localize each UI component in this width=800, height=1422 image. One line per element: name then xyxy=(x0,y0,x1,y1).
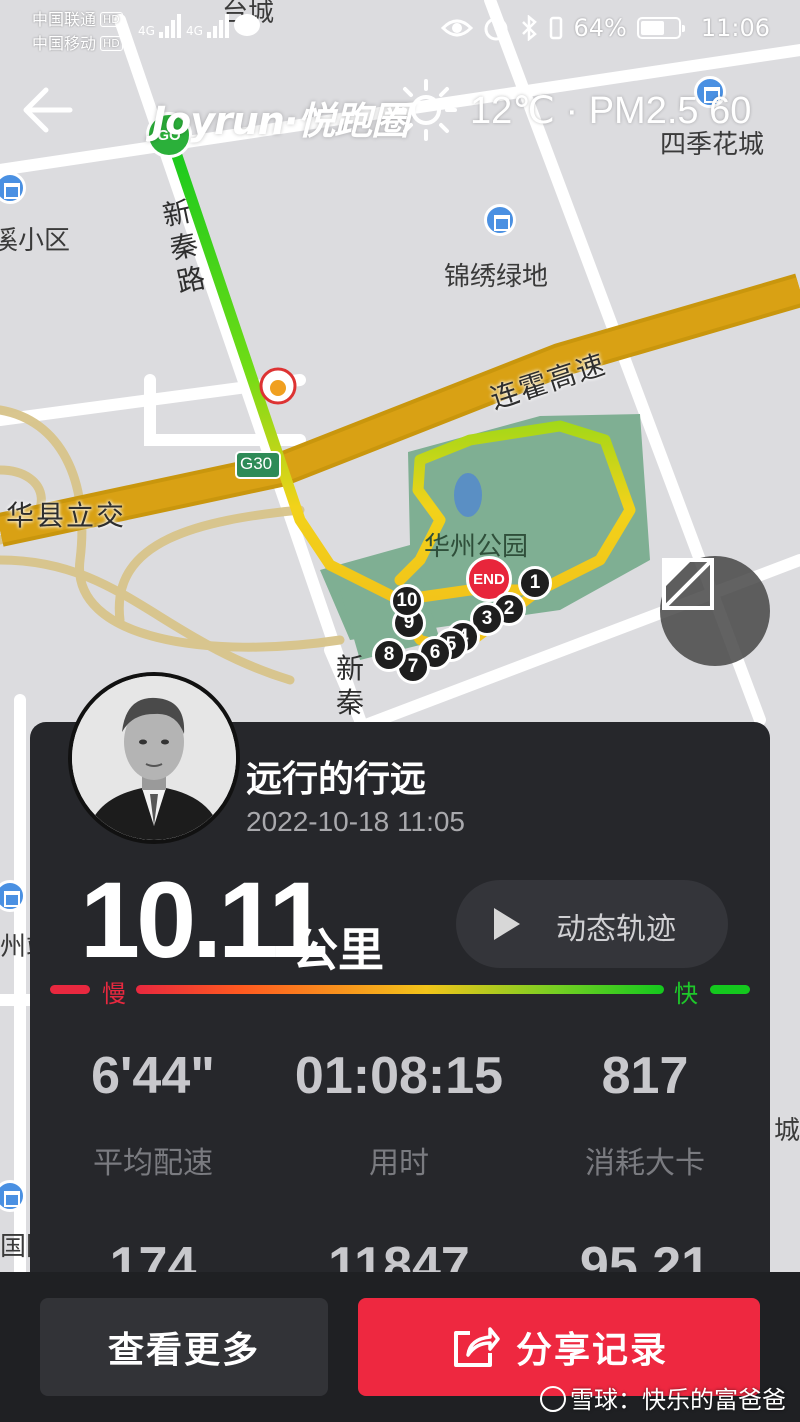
battery-icon xyxy=(636,17,685,39)
pace-fast-label: 快 xyxy=(674,980,698,1008)
pace-slow-segment xyxy=(50,985,90,994)
share-record-label: 分享记录 xyxy=(515,1330,668,1371)
status-bar: 中国联通 HD 中国移动 HD 4G 4G 64% 11:06 xyxy=(0,0,800,56)
km-marker: 1 xyxy=(518,566,552,600)
app-brand: Joyrun·悦跑圈 xyxy=(152,99,409,143)
duration-value: 01:08:15 xyxy=(294,1047,504,1105)
km-marker: 8 xyxy=(372,638,406,672)
hd-badge: HD xyxy=(100,12,123,27)
share-icon xyxy=(453,1327,500,1367)
avg-pace-value: 6'44" xyxy=(91,1047,215,1105)
carrier-1: 中国联通 HD xyxy=(32,6,123,30)
signal-2-icon: 4G xyxy=(186,14,231,38)
watermark-text: 雪球：快乐的富爸爸 xyxy=(570,1386,786,1414)
network-type-1: 4G xyxy=(138,24,155,38)
carrier-2: 中国移动 HD xyxy=(32,30,123,54)
sun-icon xyxy=(395,79,457,141)
calories-label: 消耗大卡 xyxy=(585,1146,705,1181)
map-label-g30: G30 xyxy=(240,454,273,473)
avatar-portrait-image xyxy=(72,676,236,840)
avg-pace-label: 平均配速 xyxy=(93,1146,213,1181)
bluetooth-icon xyxy=(522,15,538,41)
network-type-2: 4G xyxy=(186,24,203,38)
carrier-2-name: 中国移动 xyxy=(32,34,97,53)
battery-fill xyxy=(640,21,664,35)
weather-info: 12℃ · PM2.5 60 xyxy=(470,90,752,132)
clock: 11:06 xyxy=(700,14,770,42)
eye-icon xyxy=(441,19,474,37)
battery-percent: 64% xyxy=(573,14,627,42)
route-replay-label: 动态轨迹 xyxy=(556,912,676,947)
map-label-right-edge: 城 xyxy=(774,1116,800,1146)
pace-fast-segment xyxy=(710,985,750,994)
map-label-xiaoqu: 溪小区 xyxy=(0,226,71,256)
user-avatar[interactable] xyxy=(68,672,240,844)
username[interactable]: 远行的行远 xyxy=(246,750,426,802)
run-datetime: 2022-10-18 11:05 xyxy=(246,806,465,837)
distance-unit: 公里 xyxy=(292,923,384,977)
calories-value: 817 xyxy=(601,1047,689,1105)
watermark: 雪球：快乐的富爸爸 xyxy=(540,1380,786,1415)
duration-label: 用时 xyxy=(369,1146,429,1181)
distance-value: 10.11 xyxy=(80,859,328,980)
map-label-huazhou-park: 华州公园 xyxy=(424,532,529,562)
arrow-left-icon xyxy=(23,87,73,133)
status-right: 64% 11:06 xyxy=(441,12,770,44)
play-icon xyxy=(494,908,520,940)
poi-pin-icon[interactable] xyxy=(484,204,516,236)
view-more-button[interactable]: 查看更多 xyxy=(40,1298,328,1396)
wechat-icon xyxy=(234,14,260,36)
xueqiu-logo-icon xyxy=(540,1386,566,1412)
km-marker: 10 xyxy=(390,584,424,618)
pace-slow-label: 慢 xyxy=(102,980,126,1008)
fullscreen-button[interactable] xyxy=(660,556,770,666)
vibrate-icon xyxy=(550,16,563,40)
map-label-huaxian-interchange: 华县立交 xyxy=(6,499,127,532)
signal-1-icon: 4G xyxy=(138,14,183,38)
pace-gradient-bar xyxy=(136,985,664,994)
pace-legend: 慢 快 xyxy=(50,980,750,1008)
top-app-bar: Joyrun·悦跑圈 12℃ · PM2.5 60 xyxy=(0,72,800,148)
map-label-jinxiulvdi: 锦绣绿地 xyxy=(444,262,549,292)
alarm-icon xyxy=(484,17,508,41)
carrier-1-name: 中国联通 xyxy=(32,10,97,29)
back-button[interactable] xyxy=(18,80,78,140)
map-label-xinqin-road-2: 新秦 xyxy=(336,652,365,719)
fullscreen-toggle-icon xyxy=(662,558,714,610)
route-replay-button[interactable]: 动态轨迹 xyxy=(456,880,728,968)
hd-badge: HD xyxy=(100,36,123,51)
